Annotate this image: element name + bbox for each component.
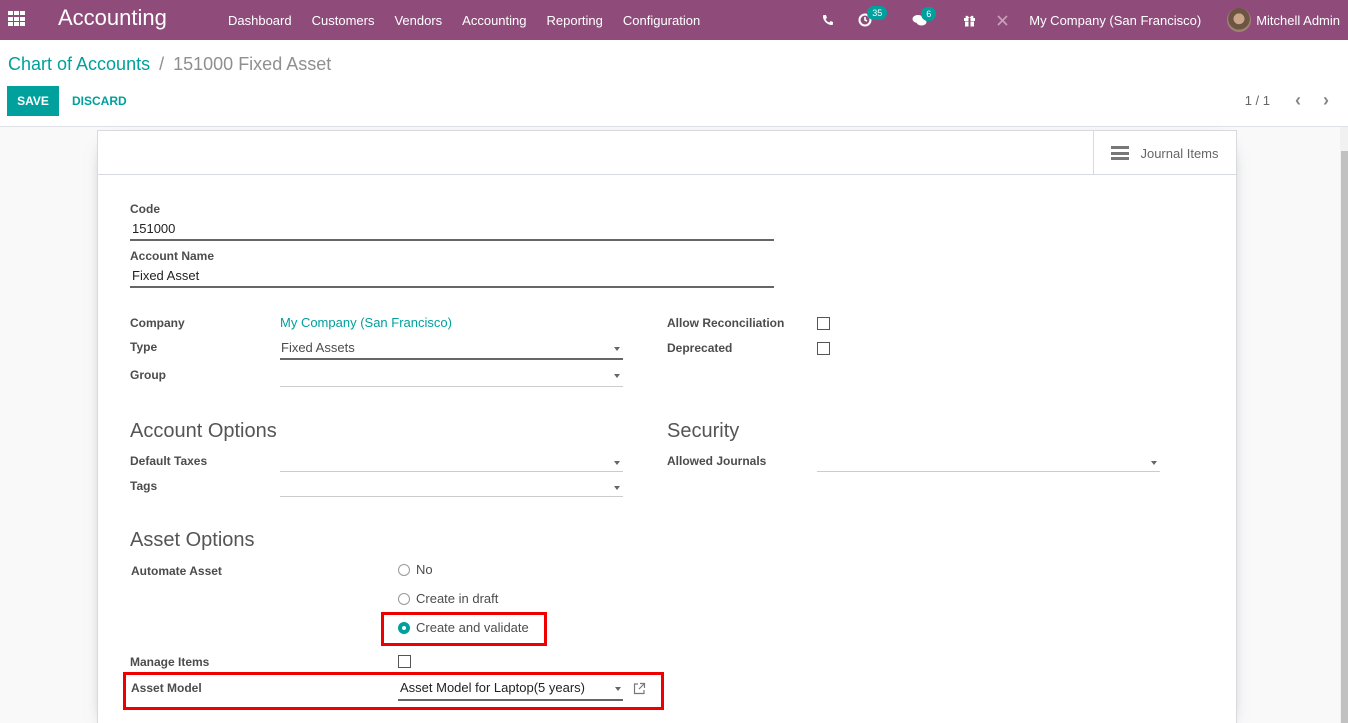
deprecated-checkbox[interactable] [817,342,830,355]
journal-items-label: Journal Items [1140,145,1219,161]
apps-menu-icon[interactable] [8,11,26,27]
gift-icon[interactable] [963,14,976,27]
account-name-label: Account Name [130,249,215,263]
automate-asset-radio-draft[interactable] [398,593,410,605]
tags-caret-icon[interactable] [614,486,620,490]
company-label: Company [130,316,185,330]
account-name-value: Fixed Asset [132,268,200,283]
breadcrumb-chart-of-accounts[interactable]: Chart of Accounts [8,54,150,74]
group-label: Group [130,368,166,382]
scrollbar[interactable] [1340,127,1348,723]
automate-asset-radio-no[interactable] [398,564,410,576]
activity-count-badge: 35 [867,6,888,20]
account-name-field[interactable]: Fixed Asset [130,266,774,288]
automate-asset-radio-no-label[interactable]: No [416,562,433,577]
account-name-underline [130,286,774,288]
pager-previous-icon[interactable]: ‹ [1288,90,1308,110]
scrollbar-thumb[interactable] [1341,151,1348,723]
deprecated-label: Deprecated [667,341,733,355]
message-count-badge: 6 [921,6,937,21]
menu-configuration[interactable]: Configuration [613,13,710,28]
app-title[interactable]: Accounting [58,5,167,31]
allowed-journals-select[interactable] [817,451,1160,473]
type-select[interactable]: Fixed Assets [280,339,623,361]
asset-options-title: Asset Options [130,529,255,551]
allowed-journals-caret-icon[interactable] [1151,461,1157,465]
tags-underline [280,496,623,497]
breadcrumb-current: 151000 Fixed Asset [173,54,332,74]
allow-reconciliation-checkbox[interactable] [817,317,830,330]
menu-customers[interactable]: Customers [302,13,385,28]
chat-icon[interactable]: 6 [912,6,937,27]
group-select[interactable] [280,365,623,387]
type-label: Type [130,340,158,354]
pager-next-icon[interactable]: › [1316,90,1336,110]
allowed-journals-underline [817,471,1160,472]
code-value: 151000 [132,221,176,236]
manage-items-label: Manage Items [130,655,210,669]
type-value: Fixed Assets [281,340,355,355]
avatar [1227,8,1252,32]
default-taxes-label: Default Taxes [130,454,208,468]
tags-label: Tags [130,479,158,493]
code-label: Code [130,202,160,216]
debug-icon[interactable] [996,14,1009,27]
manage-items-checkbox[interactable] [398,655,411,668]
highlight-box-asset-model [123,672,664,710]
form-sheet: Journal Items Code 151000 Account Name F… [97,130,1237,723]
discard-button[interactable]: DISCARD [62,86,137,116]
automate-asset-label: Automate Asset [131,564,222,578]
code-underline [130,239,774,241]
group-dropdown-caret-icon[interactable] [614,374,620,378]
company-switcher[interactable]: My Company (San Francisco) [1029,13,1201,28]
default-taxes-underline [280,471,623,472]
systray: 35 6 My Company (San Francisco) Mitchell… [822,0,1348,40]
tags-select[interactable] [280,476,623,498]
control-panel: Chart of Accounts / 151000 Fixed Asset S… [0,40,1348,127]
breadcrumb: Chart of Accounts / 151000 Fixed Asset [8,54,331,75]
code-field[interactable]: 151000 [130,219,774,241]
user-name: Mitchell Admin [1256,12,1340,28]
company-link[interactable]: My Company (San Francisco) [280,315,452,330]
security-title: Security [667,420,740,442]
group-underline [280,386,623,387]
menu-accounting[interactable]: Accounting [452,13,536,28]
allow-reconciliation-label: Allow Reconciliation [667,316,785,330]
phone-icon[interactable] [822,14,834,26]
default-taxes-select[interactable] [280,451,623,473]
account-options-title: Account Options [130,420,277,442]
journal-items-button[interactable]: Journal Items [1093,131,1236,175]
breadcrumb-separator: / [159,54,165,74]
allowed-journals-label: Allowed Journals [667,454,767,468]
default-taxes-caret-icon[interactable] [614,461,620,465]
activity-clock-icon[interactable]: 35 [858,6,888,27]
highlight-box-automate-asset [381,612,547,646]
menu-dashboard[interactable]: Dashboard [218,13,302,28]
list-icon [1111,146,1130,160]
type-underline [280,358,623,360]
type-dropdown-caret-icon[interactable] [614,347,620,351]
user-menu[interactable]: Mitchell Admin [1227,8,1340,32]
menu-reporting[interactable]: Reporting [537,13,613,28]
pager-value: 1 / 1 [1244,93,1270,108]
menu-vendors[interactable]: Vendors [384,13,452,28]
button-box: Journal Items [98,131,1236,175]
top-navbar: Accounting Dashboard Customers Vendors A… [0,0,1348,40]
automate-asset-radio-draft-label[interactable]: Create in draft [416,591,498,606]
save-button[interactable]: SAVE [7,86,59,116]
main-menu: Dashboard Customers Vendors Accounting R… [218,0,710,40]
